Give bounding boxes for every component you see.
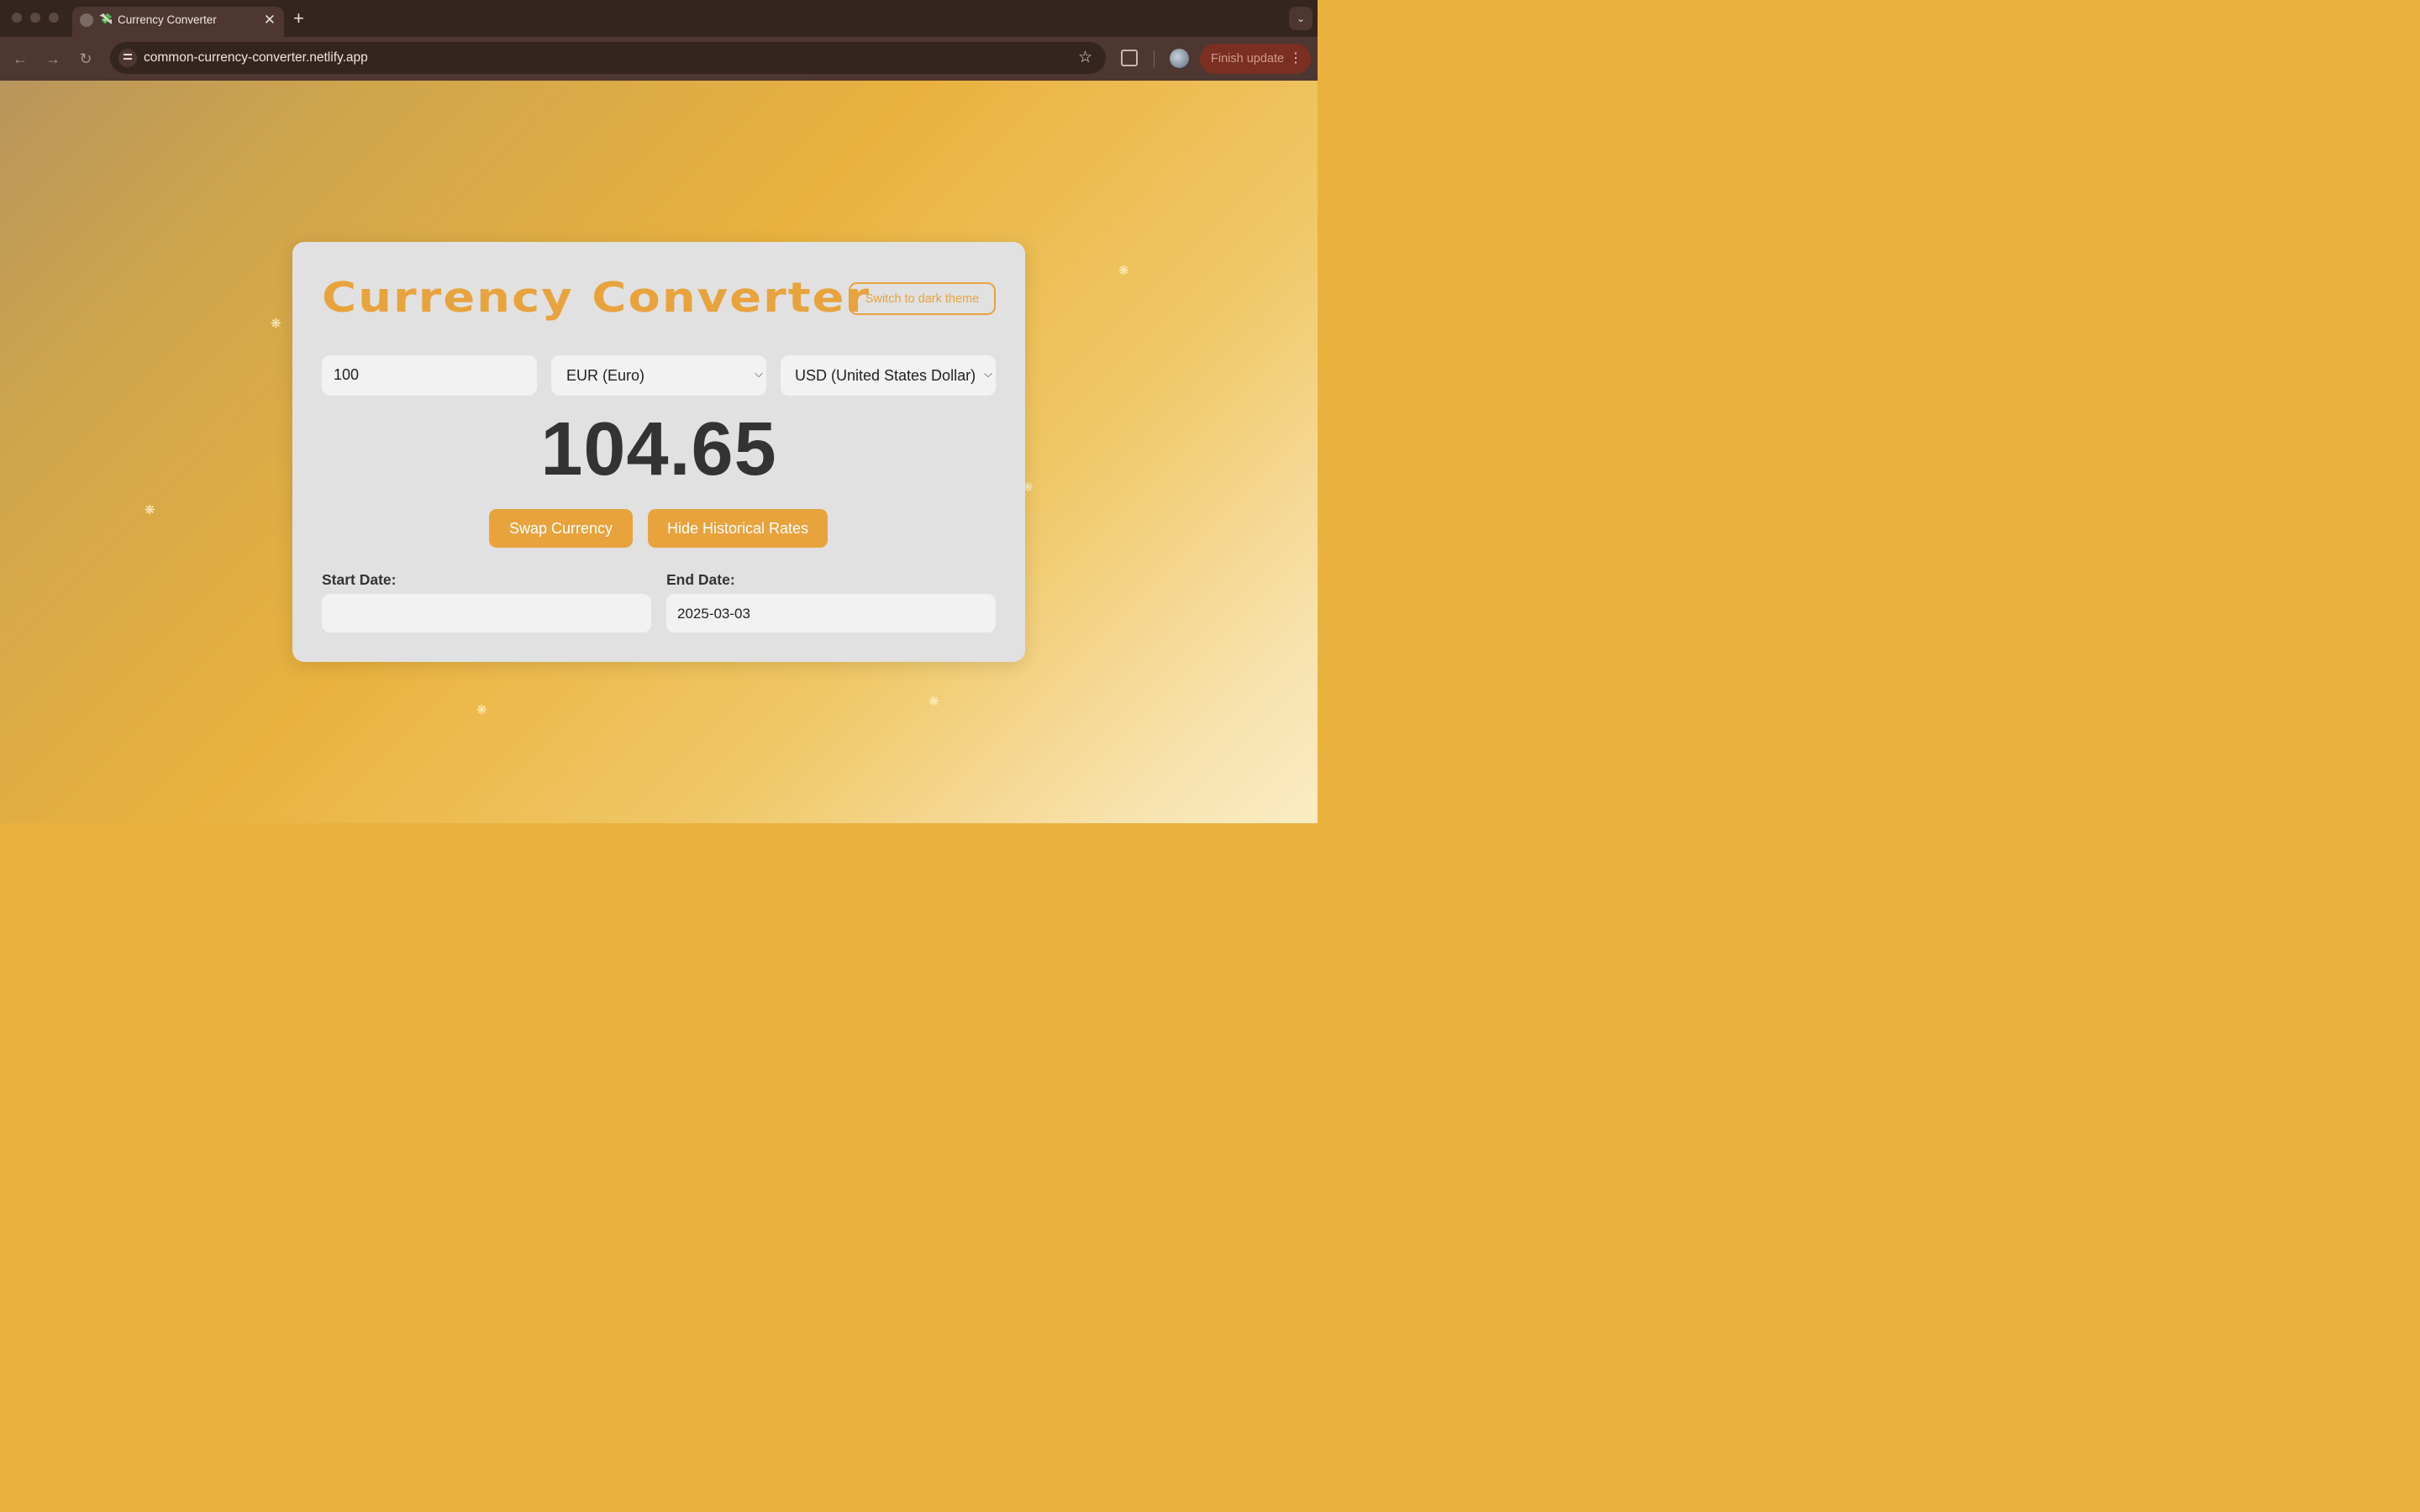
bookmark-star-icon[interactable]: ☆	[1078, 48, 1092, 67]
end-date-label: End Date:	[666, 571, 735, 588]
amount-input[interactable]: 100	[322, 355, 537, 396]
browser-tab-strip: 💸 Currency Converter ✕ + ⌄	[0, 0, 1318, 37]
tab-search-chevron-icon[interactable]: ⌄	[1289, 7, 1313, 30]
window-zoom-control[interactable]	[49, 13, 59, 23]
finish-update-button[interactable]: Finish update ⋮	[1200, 44, 1311, 74]
back-arrow-icon[interactable]: ←	[9, 48, 31, 70]
swap-currency-button[interactable]: Swap Currency	[489, 509, 633, 548]
finish-update-label: Finish update	[1211, 52, 1285, 66]
sparkle-icon: ❋	[271, 317, 281, 331]
window-close-control[interactable]	[12, 13, 22, 23]
theme-toggle-button[interactable]: Switch to dark theme	[849, 282, 996, 315]
site-info-icon[interactable]	[118, 49, 137, 67]
end-date-input[interactable]: 2025-03-03	[666, 594, 996, 633]
page-background: ❋ ❋ ❋ ❋ ❋ ❋ Currency Converter Switch to…	[0, 81, 1318, 823]
new-tab-button[interactable]: +	[293, 8, 304, 29]
sparkle-icon: ❋	[145, 503, 155, 517]
browser-toolbar: ← → ↻ common-currency-converter.netlify.…	[0, 37, 1318, 81]
sparkle-icon: ❋	[929, 695, 939, 709]
more-menu-icon[interactable]: ⋮	[1289, 50, 1302, 66]
sparkle-icon: ❋	[1118, 264, 1129, 278]
conversion-result: 104.65	[540, 407, 777, 491]
to-currency-value: USD (United States Dollar)	[795, 367, 976, 384]
tab-title: Currency Converter	[118, 13, 217, 26]
money-emoji-icon: 💸	[99, 13, 113, 25]
sparkle-icon: ❋	[476, 703, 487, 717]
toolbar-divider	[1154, 50, 1155, 67]
address-bar[interactable]: common-currency-converter.netlify.app ☆	[110, 42, 1106, 74]
tab-close-icon[interactable]: ✕	[264, 12, 276, 29]
profile-avatar[interactable]	[1170, 49, 1189, 68]
toggle-historical-rates-button[interactable]: Hide Historical Rates	[648, 509, 828, 548]
to-currency-select[interactable]: USD (United States Dollar) ⌵	[781, 355, 996, 396]
globe-icon	[80, 13, 93, 27]
converter-card: Currency Converter Switch to dark theme …	[292, 242, 1025, 662]
forward-arrow-icon[interactable]: →	[42, 48, 64, 70]
reload-icon[interactable]: ↻	[75, 48, 97, 70]
from-currency-select[interactable]: EUR (Euro) ⌵	[551, 355, 766, 396]
window-minimize-control[interactable]	[30, 13, 40, 23]
end-date-value: 2025-03-03	[677, 606, 750, 622]
chevron-down-icon: ⌵	[984, 367, 992, 380]
start-date-input[interactable]	[322, 594, 651, 633]
chevron-down-icon: ⌵	[755, 367, 763, 380]
page-title: Currency Converter	[322, 274, 871, 323]
from-currency-value: EUR (Euro)	[566, 367, 645, 384]
amount-value: 100	[334, 366, 360, 383]
extensions-puzzle-icon[interactable]	[1121, 50, 1138, 66]
url-text[interactable]: common-currency-converter.netlify.app	[144, 50, 368, 66]
browser-tab[interactable]: 💸 Currency Converter ✕	[72, 7, 284, 37]
start-date-label: Start Date:	[322, 571, 397, 588]
